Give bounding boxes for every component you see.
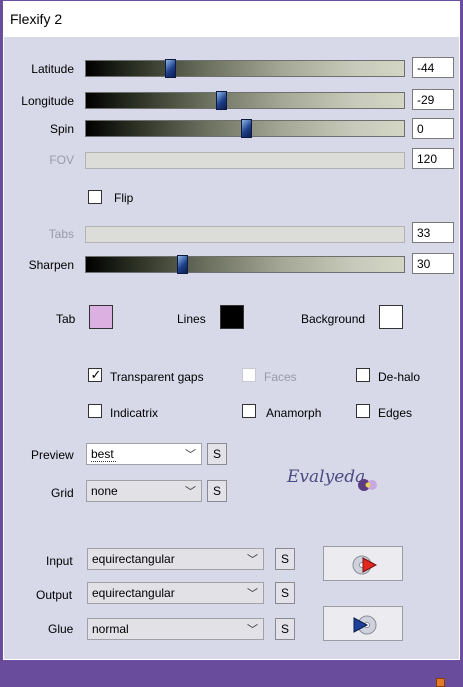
spin-label: Spin xyxy=(49,122,74,136)
play-cd-icon xyxy=(353,615,377,635)
resize-grip-icon[interactable] xyxy=(436,678,445,687)
latitude-input[interactable]: -44 xyxy=(412,57,454,78)
longitude-label: Longitude xyxy=(21,94,74,108)
preview-label: Preview xyxy=(31,448,74,462)
ok-button[interactable] xyxy=(323,546,403,581)
output-s-button[interactable]: S xyxy=(275,582,295,604)
output-select-value: equirectangular xyxy=(92,586,175,600)
input-s-button[interactable]: S xyxy=(275,548,295,570)
longitude-slider[interactable] xyxy=(85,91,405,110)
flip-label: Flip xyxy=(114,191,134,205)
grid-s-button[interactable]: S xyxy=(207,480,227,502)
chevron-down-icon: ﹀ xyxy=(185,486,196,498)
indicatrix-checkbox[interactable] xyxy=(88,404,102,418)
edges-label: Edges xyxy=(378,406,413,420)
spin-slider-thumb[interactable] xyxy=(241,119,252,138)
latitude-slider[interactable] xyxy=(85,59,405,78)
latitude-slider-thumb[interactable] xyxy=(165,59,176,78)
sharpen-input[interactable]: 30 xyxy=(412,253,454,274)
tab-color-label: Tab xyxy=(56,312,76,326)
sharpen-slider[interactable] xyxy=(85,255,405,274)
fov-slider xyxy=(85,152,405,169)
output-select[interactable]: equirectangular ﹀ xyxy=(87,582,264,604)
longitude-slider-thumb[interactable] xyxy=(216,91,227,110)
cd-play-icon xyxy=(352,555,378,575)
flower-icon xyxy=(358,479,377,491)
input-select-value: equirectangular xyxy=(92,552,175,566)
input-label: Input xyxy=(46,554,73,568)
checkmark-icon: ✓ xyxy=(90,367,102,382)
preview-select-value: best xyxy=(91,447,116,462)
glue-select-value: normal xyxy=(92,622,129,636)
fov-label: FOV xyxy=(49,153,74,167)
tabs-input[interactable]: 33 xyxy=(412,222,454,243)
transparent-gaps-checkbox[interactable]: ✓ xyxy=(88,367,102,382)
chevron-down-icon: ﹀ xyxy=(185,449,196,461)
preview-select[interactable]: best ﹀ xyxy=(86,443,202,465)
tab-color-swatch[interactable] xyxy=(89,305,113,329)
fov-input[interactable]: 120 xyxy=(412,148,454,169)
spin-slider[interactable] xyxy=(85,119,405,138)
tabs-slider xyxy=(85,226,405,243)
output-label: Output xyxy=(36,588,73,602)
de-halo-checkbox[interactable] xyxy=(356,368,370,382)
tabs-label: Tabs xyxy=(48,227,74,241)
chevron-down-icon: ﹀ xyxy=(247,554,258,566)
grid-label: Grid xyxy=(51,486,74,500)
edges-checkbox[interactable] xyxy=(356,404,370,418)
transparent-gaps-label: Transparent gaps xyxy=(110,370,204,384)
flip-checkbox[interactable] xyxy=(88,190,102,204)
background-color-label: Background xyxy=(301,312,366,326)
input-select[interactable]: equirectangular ﹀ xyxy=(87,548,264,570)
flexify-dialog: Flexify 2 Latitude -44 Longitude -29 Spi… xyxy=(2,0,461,687)
cancel-button[interactable] xyxy=(323,606,403,641)
grid-select-value: none xyxy=(91,484,118,498)
lines-color-swatch[interactable] xyxy=(220,305,244,329)
de-halo-label: De-halo xyxy=(378,370,421,384)
sharpen-label: Sharpen xyxy=(28,258,74,272)
glue-s-button[interactable]: S xyxy=(275,618,295,640)
spin-input[interactable]: 0 xyxy=(412,118,454,139)
grid-select[interactable]: none ﹀ xyxy=(86,480,202,502)
title-bar: Flexify 2 xyxy=(3,1,460,37)
chevron-down-icon: ﹀ xyxy=(247,588,258,600)
latitude-label: Latitude xyxy=(31,62,74,76)
glue-select[interactable]: normal ﹀ xyxy=(87,618,264,640)
dialog-body: Latitude -44 Longitude -29 Spin 0 FOV 12… xyxy=(4,37,459,687)
anamorph-label: Anamorph xyxy=(266,406,322,420)
window-title: Flexify 2 xyxy=(10,11,63,27)
sharpen-slider-thumb[interactable] xyxy=(177,255,188,274)
anamorph-checkbox[interactable] xyxy=(242,404,256,418)
background-color-swatch[interactable] xyxy=(379,305,403,329)
glue-label: Glue xyxy=(48,622,74,636)
lines-color-label: Lines xyxy=(177,312,206,326)
preview-s-button[interactable]: S xyxy=(207,443,227,465)
faces-label: Faces xyxy=(264,370,297,384)
indicatrix-label: Indicatrix xyxy=(110,406,159,420)
chevron-down-icon: ﹀ xyxy=(247,624,258,636)
longitude-input[interactable]: -29 xyxy=(412,89,454,110)
faces-checkbox xyxy=(242,368,256,382)
watermark-text: Evalyeda xyxy=(287,467,366,487)
